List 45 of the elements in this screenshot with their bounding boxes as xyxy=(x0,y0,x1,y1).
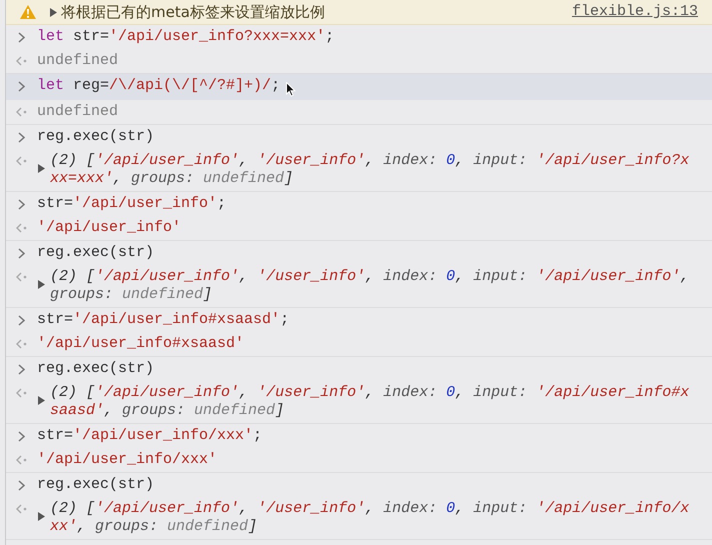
result-arrow-icon xyxy=(16,272,27,282)
console-input-code: str='/api/user_info#xsaasd'; xyxy=(37,311,290,329)
prompt-chevron-icon xyxy=(18,199,25,210)
console-input-code: let str='/api/user_info?xxx=xxx'; xyxy=(37,28,334,46)
expand-triangle-icon[interactable] xyxy=(37,512,45,521)
result-arrow-icon xyxy=(16,223,27,233)
console-result-value: '/api/user_info#xsaasd' xyxy=(37,335,244,353)
prompt-chevron-icon xyxy=(18,480,25,491)
expand-triangle-icon[interactable] xyxy=(37,280,45,289)
mouse-pointer-icon xyxy=(286,82,296,97)
console-input-code: str='/api/user_info'; xyxy=(37,195,226,213)
result-arrow-icon xyxy=(16,388,27,398)
result-arrow-icon xyxy=(16,156,27,166)
warning-icon xyxy=(20,5,36,19)
array-preview[interactable]: (2) ['/api/user_info', '/user_info', index: 0, input: '/api/user_info#xsaasd', groups: undefined] xyxy=(50,384,693,420)
array-preview[interactable]: (2) ['/api/user_info', '/user_info', index: 0, input: '/api/user_info/xxx', groups: undefined] xyxy=(50,500,693,536)
console-result-value: '/api/user_info' xyxy=(37,219,182,237)
expand-triangle-icon[interactable] xyxy=(49,8,57,16)
source-link[interactable]: flexible.js:13 xyxy=(572,3,698,21)
console-input-code: reg.exec(str) xyxy=(37,360,154,378)
result-arrow-icon xyxy=(16,107,27,117)
array-preview[interactable]: (2) ['/api/user_info', '/user_info', index: 0, input: '/api/user_info?xxx=xxx', groups: undefined] xyxy=(50,152,693,188)
console-input-code: reg.exec(str) xyxy=(37,476,154,494)
result-arrow-icon xyxy=(16,56,27,66)
expand-triangle-icon[interactable] xyxy=(37,164,45,173)
result-arrow-icon xyxy=(16,504,27,514)
console-result-value: '/api/user_info/xxx' xyxy=(37,451,218,469)
prompt-chevron-icon xyxy=(18,364,25,375)
console-input-code: reg.exec(str) xyxy=(37,128,154,146)
warning-message: 将根据已有的meta标签来设置缩放比例 xyxy=(61,3,325,21)
prompt-chevron-icon xyxy=(18,315,25,326)
console-input-code: str='/api/user_info/xxx'; xyxy=(37,427,262,445)
prompt-chevron-icon xyxy=(18,32,25,43)
console-result-value: undefined xyxy=(37,103,118,121)
console-input-code: reg.exec(str) xyxy=(37,244,154,262)
result-arrow-icon xyxy=(16,455,27,465)
prompt-chevron-icon xyxy=(18,431,25,442)
prompt-chevron-icon xyxy=(18,248,25,259)
console-input-code: let reg=/\/api(\/[^/?#]+)/; xyxy=(37,77,280,95)
console-result-value: undefined xyxy=(37,52,118,70)
prompt-chevron-icon xyxy=(18,81,25,92)
array-preview[interactable]: (2) ['/api/user_info', '/user_info', index: 0, input: '/api/user_info', groups: undefined] xyxy=(50,268,693,304)
expand-triangle-icon[interactable] xyxy=(37,396,45,405)
prompt-chevron-icon xyxy=(18,132,25,143)
result-arrow-icon xyxy=(16,339,27,349)
